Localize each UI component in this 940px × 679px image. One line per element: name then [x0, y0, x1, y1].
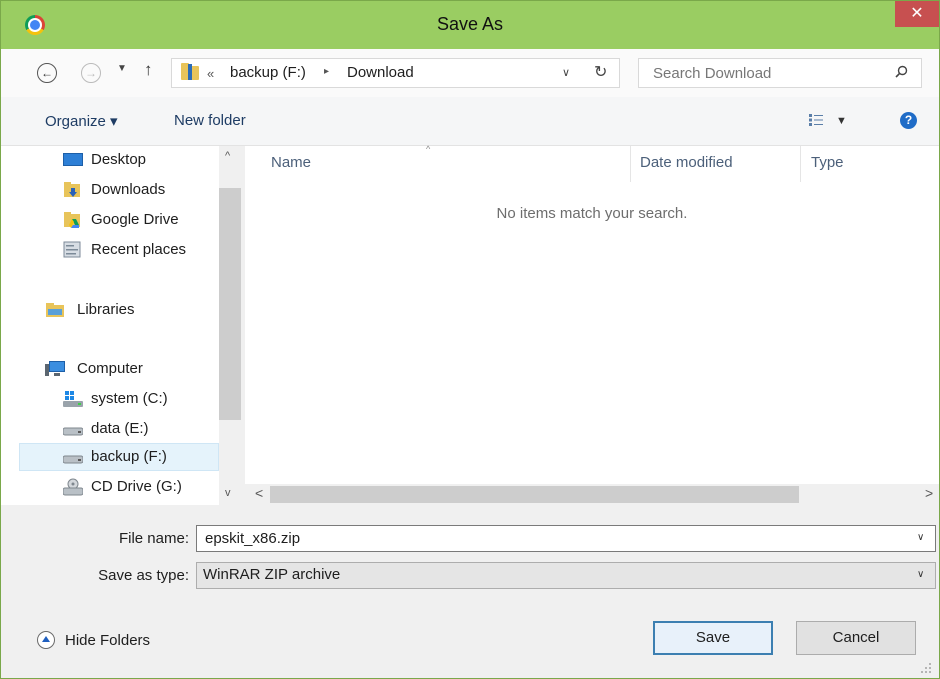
breadcrumb-download[interactable]: Download: [347, 64, 414, 81]
address-bar[interactable]: « backup (F:) ▸ Download ∨ ↻: [171, 58, 620, 88]
close-button[interactable]: ✕: [895, 1, 939, 27]
save-as-type-select[interactable]: WinRAR ZIP archive ∨: [196, 562, 936, 589]
file-list-pane: ^ Name Date modified Type No items match…: [245, 144, 939, 505]
sidebar-item-label: Downloads: [91, 181, 166, 198]
sidebar-item-label: data (E:): [91, 420, 149, 437]
hide-folders-button[interactable]: Hide Folders: [65, 632, 150, 649]
sidebar-item-google-drive[interactable]: Google Drive: [19, 206, 219, 234]
column-divider[interactable]: [800, 146, 801, 182]
column-header-name[interactable]: Name: [271, 154, 311, 171]
up-button[interactable]: ↑: [144, 60, 153, 80]
breadcrumb-backup[interactable]: backup (F:): [230, 64, 306, 81]
cancel-button[interactable]: Cancel: [796, 621, 916, 655]
sidebar-item-label: backup (F:): [91, 448, 167, 465]
drive-icon: [63, 427, 83, 436]
sidebar-item-libraries[interactable]: Libraries: [19, 296, 219, 324]
sidebar-item-label: Desktop: [91, 151, 147, 168]
change-view-icon[interactable]: [809, 114, 823, 126]
system-drive-icon: [63, 391, 83, 407]
resize-grip-icon[interactable]: [919, 661, 933, 675]
sidebar-item-label: system (C:): [91, 390, 168, 407]
sidebar-item-label: CD Drive (G:): [91, 478, 182, 495]
google-drive-folder-icon: [64, 212, 80, 228]
recent-locations-dropdown[interactable]: ▼: [117, 63, 127, 74]
save-as-type-value: WinRAR ZIP archive: [203, 566, 341, 583]
sidebar-item-label: Libraries: [77, 301, 135, 318]
scrollbar-thumb[interactable]: [219, 188, 241, 420]
downloads-folder-icon: [64, 182, 80, 197]
sidebar-item-recent-places[interactable]: Recent places: [19, 236, 219, 264]
scroll-up-icon[interactable]: ^: [225, 150, 230, 162]
sidebar-item-label: Computer: [77, 360, 143, 377]
back-button[interactable]: ←: [37, 63, 57, 83]
navigation-scrollbar[interactable]: ^ v: [219, 146, 243, 505]
scrollbar-thumb[interactable]: [270, 486, 799, 503]
scroll-down-icon[interactable]: v: [225, 487, 231, 499]
sidebar-item-data-e[interactable]: data (E:): [19, 415, 219, 443]
file-name-dropdown-icon[interactable]: ∨: [917, 532, 924, 543]
breadcrumb-overflow[interactable]: «: [207, 66, 214, 81]
sidebar-item-system-c[interactable]: system (C:): [19, 385, 219, 413]
scroll-left-icon[interactable]: <: [255, 485, 263, 501]
computer-icon: [45, 361, 65, 376]
drive-icon: [63, 455, 83, 464]
collapse-folders-icon[interactable]: [37, 631, 55, 649]
breadcrumb-separator-icon[interactable]: ▸: [324, 66, 329, 77]
save-as-type-label: Save as type:: [98, 567, 189, 584]
file-name-combobox[interactable]: ∨: [196, 525, 936, 552]
empty-list-message: No items match your search.: [496, 205, 688, 222]
sidebar-item-label: Google Drive: [91, 211, 179, 228]
view-options-dropdown[interactable]: ▼: [836, 115, 847, 127]
navigation-pane: Desktop Downloads Google Drive Recent pl…: [1, 146, 243, 505]
search-box[interactable]: [638, 58, 922, 88]
sidebar-item-downloads[interactable]: Downloads: [19, 176, 219, 204]
search-icon[interactable]: [895, 65, 908, 78]
title-bar[interactable]: Save As ✕: [1, 1, 939, 49]
save-button[interactable]: Save: [653, 621, 773, 655]
address-dropdown-icon[interactable]: ∨: [562, 66, 570, 79]
cd-drive-icon: [63, 478, 83, 496]
organize-menu[interactable]: Organize ▾: [45, 112, 118, 130]
sort-ascending-icon: ^: [426, 144, 431, 154]
column-header-date-modified[interactable]: Date modified: [640, 154, 733, 171]
dialog-title: Save As: [436, 14, 504, 34]
refresh-icon[interactable]: ↻: [594, 62, 607, 82]
help-icon[interactable]: ?: [900, 112, 917, 129]
sidebar-item-backup-f[interactable]: backup (F:): [19, 443, 219, 471]
address-row: ← → ▼ ↑ « backup (F:) ▸ Download ∨ ↻: [1, 49, 939, 97]
search-input[interactable]: [651, 64, 875, 83]
file-name-input[interactable]: [203, 529, 897, 548]
column-header-type[interactable]: Type: [811, 154, 844, 171]
column-divider[interactable]: [630, 146, 631, 182]
folder-icon: [181, 63, 199, 80]
sidebar-item-computer[interactable]: Computer: [19, 355, 219, 383]
command-toolbar: Organize ▾ New folder ▼ ?: [1, 97, 939, 146]
new-folder-button[interactable]: New folder: [174, 112, 246, 129]
sidebar-item-desktop[interactable]: Desktop: [19, 146, 219, 174]
recent-places-icon: [63, 241, 81, 258]
forward-button[interactable]: →: [81, 63, 101, 83]
save-as-type-dropdown-icon[interactable]: ∨: [917, 569, 924, 580]
horizontal-scrollbar[interactable]: < >: [245, 484, 939, 505]
file-name-label: File name:: [118, 530, 189, 547]
scroll-right-icon[interactable]: >: [925, 485, 933, 501]
desktop-icon: [63, 153, 83, 166]
libraries-icon: [46, 303, 64, 317]
save-as-dialog: Save As ✕ ← → ▼ ↑ « backup (F:) ▸ Downlo…: [0, 0, 940, 679]
sidebar-item-label: Recent places: [91, 241, 187, 258]
sidebar-item-cd-drive-g[interactable]: CD Drive (G:): [19, 473, 219, 501]
